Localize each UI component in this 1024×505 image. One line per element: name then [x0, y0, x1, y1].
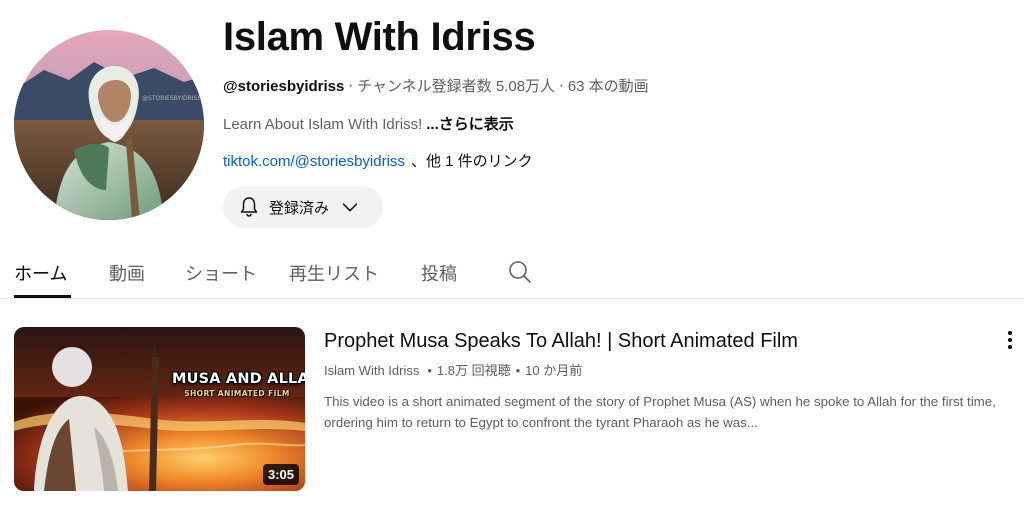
- more-links-text[interactable]: 、他 1 件のリンク: [411, 153, 533, 170]
- search-icon[interactable]: [507, 259, 533, 285]
- channel-tabs: ホーム 動画 ショート 再生リスト 投稿: [0, 248, 1024, 299]
- channel-links: tiktok.com/@storiesbyidriss 、他 1 件のリンク: [223, 150, 533, 171]
- kebab-dot: [1008, 331, 1012, 335]
- thumbnail-title: MUSA AND ALLAH: [172, 371, 305, 387]
- subscribed-button[interactable]: 登録済み: [223, 186, 383, 228]
- show-more-link[interactable]: ...さらに表示: [426, 116, 514, 133]
- kebab-dot: [1008, 345, 1012, 349]
- bell-icon: [237, 195, 261, 219]
- meta-separator: •: [515, 363, 521, 378]
- chevron-down-icon: [339, 196, 361, 218]
- tab-videos[interactable]: 動画: [109, 260, 145, 286]
- video-thumbnail[interactable]: MUSA AND ALLAH SHORT ANIMATED FILM 3:05: [14, 327, 305, 491]
- video-description: This video is a short animated segment o…: [324, 394, 996, 430]
- channel-meta: @storiesbyidriss ‧ チャンネル登録者数 5.08万人 ‧ 63 本の動…: [223, 75, 649, 96]
- channel-handle: @storiesbyidriss: [223, 78, 345, 95]
- video-title[interactable]: Prophet Musa Speaks To Allah! | Short An…: [324, 330, 798, 353]
- meta-separator: ‧: [559, 78, 564, 95]
- tab-playlists[interactable]: 再生リスト: [289, 260, 379, 286]
- channel-name: Islam With Idriss: [223, 15, 536, 59]
- description-text: Learn About Islam With Idriss!: [223, 116, 423, 133]
- tiktok-link[interactable]: tiktok.com/@storiesbyidriss: [223, 153, 405, 170]
- video-meta: Islam With Idriss • 1.8万 回視聴 • 10 か月前: [324, 360, 582, 379]
- thumbnail-subtitle: SHORT ANIMATED FILM: [184, 389, 290, 398]
- tab-home[interactable]: ホーム: [14, 260, 67, 286]
- active-tab-indicator: [14, 295, 71, 298]
- duration-badge: 3:05: [262, 464, 299, 485]
- avatar-image: @STORIESBYIDRISS: [14, 30, 204, 220]
- tab-shorts[interactable]: ショート: [185, 260, 257, 286]
- upload-age: 10 か月前: [525, 363, 583, 378]
- thumbnail-image: [14, 327, 305, 491]
- subscribed-label: 登録済み: [269, 199, 330, 217]
- view-count: 1.8万 回視聴: [436, 363, 511, 378]
- more-vert-icon[interactable]: [1000, 328, 1020, 352]
- subscriber-count: チャンネル登録者数 5.08万人: [357, 78, 556, 95]
- avatar-watermark: @STORIESBYIDRISS: [142, 95, 201, 102]
- tab-posts[interactable]: 投稿: [421, 260, 457, 286]
- video-channel-name[interactable]: Islam With Idriss: [324, 363, 419, 378]
- meta-separator: ‧: [348, 78, 354, 95]
- video-count: 63 本の動画: [567, 78, 649, 95]
- kebab-dot: [1008, 338, 1012, 342]
- channel-description[interactable]: Learn About Islam With Idriss! ...さらに表示: [223, 113, 514, 134]
- meta-separator: •: [427, 363, 432, 378]
- channel-avatar[interactable]: @STORIESBYIDRISS: [14, 30, 204, 220]
